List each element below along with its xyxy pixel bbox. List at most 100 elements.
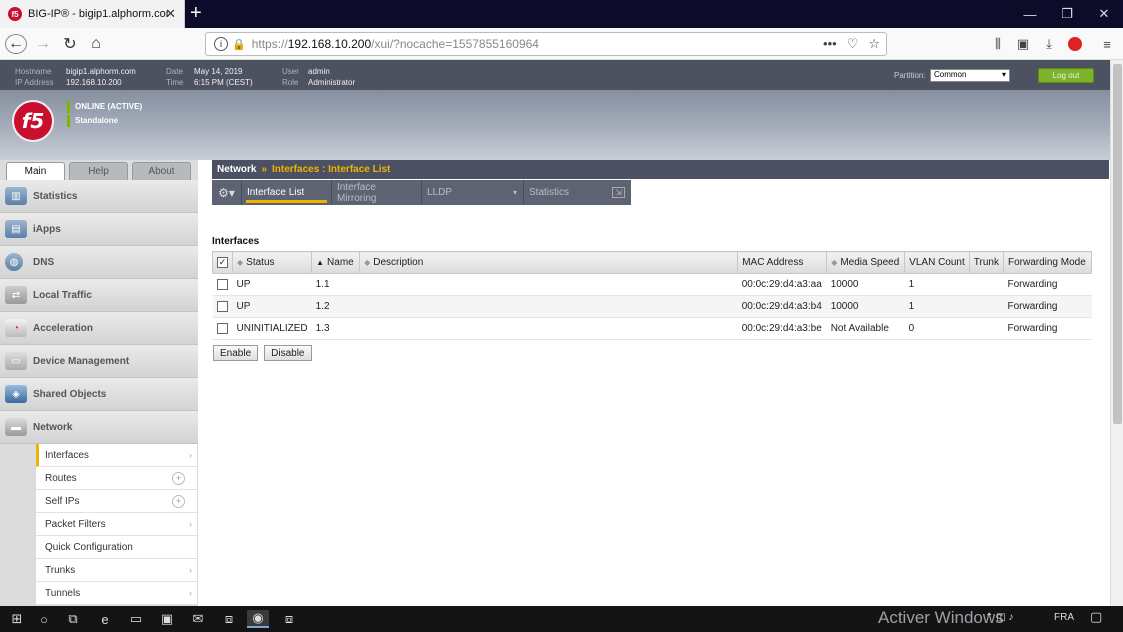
cell-status: UP: [232, 273, 312, 296]
tray-icons[interactable]: ⌃ ◫ ♪: [985, 612, 1013, 623]
chevron-down-icon: ▾: [512, 188, 517, 197]
column-trunk[interactable]: Trunk: [968, 251, 1004, 274]
row-checkbox[interactable]: [212, 295, 233, 318]
enable-button[interactable]: Enable: [213, 345, 259, 361]
home-icon[interactable]: ⌂: [85, 34, 107, 54]
reload-icon[interactable]: ↻: [59, 34, 81, 54]
column-name[interactable]: ▲ Name: [311, 251, 361, 274]
library-icon[interactable]: ⫼: [988, 34, 1008, 54]
lock-warning-icon[interactable]: 🔒: [232, 38, 246, 51]
bookmark-star-icon[interactable]: ☆: [868, 36, 880, 52]
forward-icon[interactable]: →: [32, 34, 54, 54]
interfaces-table: ✓ ◆ Status ▲ Name ◆ Description MAC Address…: [212, 251, 1093, 340]
new-tab-button[interactable]: +: [190, 3, 202, 23]
hostname-value: bigip1.alphorm.com: [66, 67, 136, 76]
row-checkbox[interactable]: [212, 273, 233, 296]
task-view-icon[interactable]: ⧉: [62, 610, 84, 628]
table-header-row: ✓ ◆ Status ▲ Name ◆ Description MAC Address…: [212, 251, 1093, 274]
sidebar-icon[interactable]: ▣: [1013, 34, 1033, 54]
cell-speed: Not Available: [826, 317, 905, 340]
back-icon[interactable]: ←: [5, 34, 27, 54]
subnav-self-ips[interactable]: Self IPs +: [36, 490, 197, 513]
subnav-packet-filters[interactable]: Packet Filters ›: [36, 513, 197, 536]
select-all-checkbox[interactable]: ✓: [212, 251, 233, 274]
left-nav-panel: Main Help About ▥ Statistics ▤ iApps ◍ D…: [0, 160, 198, 606]
browser-nav-bar: ← → ↻ ⌂ i 🔒 https:// 192.168.10.200 /xui…: [0, 28, 1123, 60]
language-indicator[interactable]: FRA: [1054, 612, 1074, 623]
edge-browser-icon[interactable]: e: [94, 610, 116, 628]
nav-shared-objects[interactable]: ◈ Shared Objects: [0, 378, 198, 411]
popout-icon[interactable]: ⇲: [612, 187, 625, 198]
nav-local-traffic[interactable]: ⇄ Local Traffic: [0, 279, 198, 312]
add-route-icon[interactable]: +: [172, 471, 185, 485]
store-icon[interactable]: ▣: [156, 610, 178, 628]
mail-icon[interactable]: ✉: [187, 610, 209, 628]
column-media-speed[interactable]: ◆ Media Speed: [826, 251, 906, 274]
page-actions-icon[interactable]: •••: [823, 36, 837, 52]
putty-icon[interactable]: ⧈: [278, 610, 300, 628]
scrollbar-thumb[interactable]: [1113, 64, 1122, 424]
nav-network[interactable]: ▬ Network: [0, 411, 198, 444]
logout-button[interactable]: Log out: [1038, 68, 1094, 83]
cell-name-link[interactable]: 1.3: [311, 317, 360, 340]
cell-vlan-count: 1: [904, 295, 970, 318]
time-value: 6:15 PM (CEST): [194, 78, 253, 87]
page-scrollbar[interactable]: [1110, 60, 1123, 606]
column-forwarding-mode[interactable]: Forwarding Mode: [1002, 251, 1093, 274]
firefox-icon[interactable]: ◉: [247, 610, 269, 628]
pocket-icon[interactable]: ♡: [847, 36, 859, 52]
subnav-quick-configuration[interactable]: Quick Configuration: [36, 536, 197, 559]
nav-dns[interactable]: ◍ DNS: [0, 246, 198, 279]
file-explorer-icon[interactable]: ▭: [125, 610, 147, 628]
tab-main[interactable]: Main: [6, 162, 65, 180]
cell-mac: 00:0c:29:d4:a3:be: [737, 317, 827, 340]
breadcrumb-root[interactable]: Network: [217, 164, 256, 175]
tab-help[interactable]: Help: [69, 162, 128, 180]
add-self-ip-icon[interactable]: +: [172, 494, 185, 508]
extension-icon[interactable]: [1065, 34, 1085, 54]
subtab-statistics[interactable]: Statistics ⇲: [524, 180, 631, 205]
close-tab-icon[interactable]: ✕: [165, 6, 176, 22]
cell-description: [359, 295, 738, 318]
nav-device-management[interactable]: ▭ Device Management: [0, 345, 198, 378]
cell-name-link[interactable]: 1.2: [311, 295, 360, 318]
subtab-interface-mirroring[interactable]: Interface Mirroring: [332, 180, 422, 205]
disable-button[interactable]: Disable: [264, 345, 312, 361]
notification-icon[interactable]: ▢: [1090, 609, 1102, 625]
tab-about[interactable]: About: [132, 162, 191, 180]
network-tool-icon[interactable]: ⧈: [218, 610, 240, 628]
cell-mode: Forwarding: [1003, 295, 1092, 318]
date-label: Date: [166, 67, 183, 76]
cell-vlan-count: 1: [904, 273, 970, 296]
partition-label: Partition:: [894, 71, 926, 80]
info-icon[interactable]: i: [214, 37, 228, 51]
cell-description: [359, 317, 738, 340]
subnav-trunks[interactable]: Trunks ›: [36, 559, 197, 582]
windows-start-icon[interactable]: ⊞: [6, 610, 28, 628]
column-mac-address[interactable]: MAC Address: [737, 251, 828, 274]
subnav-tunnels[interactable]: Tunnels ›: [36, 582, 197, 605]
column-description[interactable]: ◆ Description: [359, 251, 739, 274]
row-checkbox[interactable]: [212, 317, 233, 340]
partition-select[interactable]: Common ▾: [930, 69, 1010, 82]
table-row: UNINITIALIZED 1.3 00:0c:29:d4:a3:be Not …: [212, 317, 1092, 340]
menu-icon[interactable]: ≡: [1097, 34, 1117, 54]
cell-name-link[interactable]: 1.1: [311, 273, 360, 296]
nav-acceleration[interactable]: ◔ Acceleration: [0, 312, 198, 345]
close-window-icon[interactable]: ✕: [1086, 0, 1122, 28]
subnav-interfaces[interactable]: Interfaces ›: [36, 444, 197, 467]
minimize-icon[interactable]: —: [1012, 0, 1048, 28]
subnav-routes[interactable]: Routes +: [36, 467, 197, 490]
search-icon[interactable]: ○: [33, 610, 55, 628]
nav-statistics[interactable]: ▥ Statistics: [0, 180, 198, 213]
gear-icon[interactable]: ⚙▾: [212, 180, 242, 205]
restore-icon[interactable]: ❐: [1049, 0, 1085, 28]
browser-tab[interactable]: f5 BIG-IP® - bigip1.alphorm.com ✕: [0, 0, 185, 28]
download-icon[interactable]: ⤓: [1039, 34, 1059, 54]
subtab-lldp[interactable]: LLDP ▾: [422, 180, 524, 205]
nav-iapps[interactable]: ▤ iApps: [0, 213, 198, 246]
subtab-interface-list[interactable]: Interface List: [242, 180, 332, 205]
column-vlan-count[interactable]: VLAN Count: [904, 251, 970, 274]
column-status[interactable]: ◆ Status: [231, 251, 313, 274]
url-bar[interactable]: i 🔒 https:// 192.168.10.200 /xui/?nocach…: [205, 32, 887, 56]
